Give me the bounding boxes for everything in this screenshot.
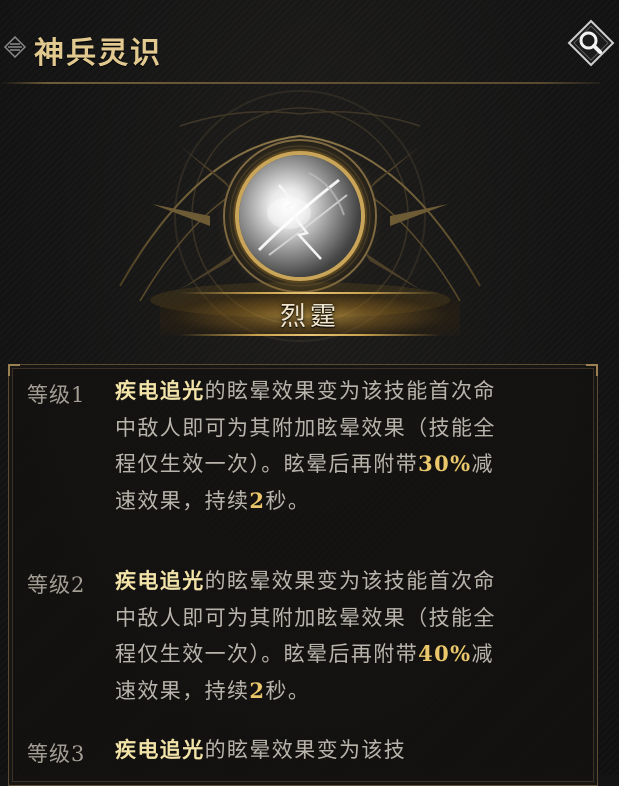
header-divider <box>0 82 600 84</box>
banner-bottom-edge <box>180 334 440 336</box>
skill-reference: 疾电追光 <box>115 737 205 762</box>
banner-top-edge <box>180 292 440 294</box>
search-button[interactable] <box>566 18 616 68</box>
corner-ornament <box>8 364 20 376</box>
magnifier-icon <box>567 19 615 67</box>
skill-reference: 疾电追光 <box>115 378 205 403</box>
level-label: 等级1 <box>27 383 86 407</box>
slow-percent: 30% <box>418 451 472 476</box>
duration-value: 2 <box>249 487 266 513</box>
level-description: 疾电追光的眩晕效果变为该技能首次命中敌人即可为其附加眩晕效果（技能全程仅生效一次… <box>115 568 496 703</box>
skill-emblem-orb <box>239 155 361 277</box>
level-description-box[interactable]: 等级1 疾电追光的眩晕效果变为该技能首次命中敌人即可为其附加眩晕效果（技能全程仅… <box>8 364 598 786</box>
duration-value: 2 <box>249 677 266 703</box>
title-diamond-icon <box>4 36 26 58</box>
skill-name-banner: 烈霆 <box>160 292 460 336</box>
level-description: 疾电追光的眩晕效果变为该技能首次命中敌人即可为其附加眩晕效果（技能全程仅生效一次… <box>115 378 496 513</box>
corner-ornament <box>586 364 598 376</box>
page-title: 神兵灵识 <box>34 36 162 71</box>
skill-reference: 疾电追光 <box>115 568 205 593</box>
panel-header: 神兵灵识 <box>0 0 619 86</box>
level-label: 等级3 <box>27 742 86 766</box>
level-label: 等级2 <box>27 573 86 597</box>
slow-percent: 40% <box>418 641 472 666</box>
level-description: 疾电追光的眩晕效果变为该技 <box>115 737 407 762</box>
skill-name: 烈霆 <box>279 302 340 332</box>
spirit-panel: 神兵灵识 烈霆 等级1 疾电追光的眩晕效果变为该技能首次命中敌人即可为其附加眩晕… <box>0 0 619 786</box>
lightning-slash-icon <box>257 172 348 260</box>
